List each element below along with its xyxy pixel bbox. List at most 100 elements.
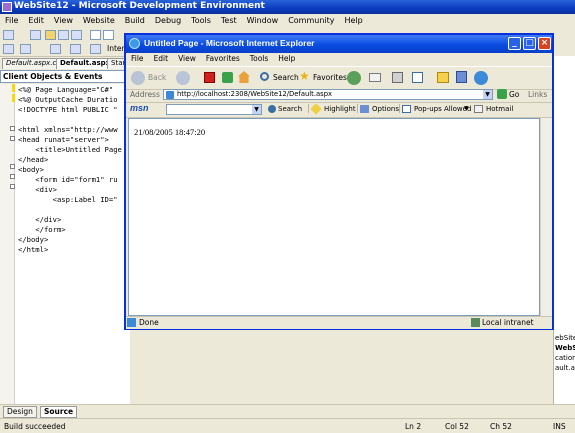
edit-icon[interactable] — [412, 72, 423, 83]
code-line[interactable]: </head> — [18, 155, 48, 164]
home-icon[interactable] — [238, 71, 250, 83]
save-all-icon[interactable] — [71, 30, 82, 40]
folder-icon[interactable] — [437, 72, 449, 83]
new-project-icon[interactable] — [3, 30, 14, 40]
copy-icon[interactable] — [103, 30, 114, 40]
ie-menu-help[interactable]: Help — [273, 53, 300, 63]
close-icon[interactable]: × — [538, 37, 551, 50]
save-icon[interactable] — [58, 30, 69, 40]
back-arrow-icon[interactable] — [131, 71, 145, 85]
code-line[interactable]: <asp:Label ID=" — [18, 195, 118, 204]
format-icon[interactable] — [3, 44, 14, 54]
find-icon[interactable] — [90, 44, 101, 54]
popups-button[interactable]: Pop-ups Allowed — [414, 105, 471, 113]
search-icon[interactable] — [260, 72, 269, 81]
solution-item[interactable]: cation_ — [555, 354, 575, 362]
code-line[interactable]: <div> — [18, 185, 57, 194]
links-button[interactable]: Links — [528, 90, 547, 99]
msn-dropdown-icon[interactable]: ▼ — [252, 105, 261, 114]
vs-menu-website[interactable]: Website — [78, 14, 120, 25]
vs-menu-debug[interactable]: Debug — [150, 14, 186, 25]
collapse-icon[interactable] — [10, 136, 15, 141]
open-icon[interactable] — [45, 30, 56, 40]
code-line[interactable]: <title>Untitled Page — [18, 145, 122, 154]
msn-search-input[interactable]: ▼ — [166, 104, 262, 115]
vs-menu-test[interactable]: Test — [216, 14, 242, 25]
code-line[interactable]: </body> — [18, 235, 48, 244]
hotmail-button[interactable]: Hotmail — [486, 105, 513, 113]
vs-menu-tools[interactable]: Tools — [186, 14, 216, 25]
ie-menu-favorites[interactable]: Favorites — [201, 53, 245, 63]
tab-default-aspx-cs[interactable]: Default.aspx.cs — [2, 58, 58, 69]
go-arrow-icon[interactable] — [497, 89, 507, 99]
solution-item[interactable]: ault.aspx — [555, 364, 575, 372]
indent-icon[interactable] — [20, 44, 31, 54]
bookmark-icon[interactable] — [70, 44, 81, 54]
source-tab[interactable]: Source — [40, 406, 78, 418]
vs-menu-window[interactable]: Window — [242, 14, 284, 25]
solution-item[interactable]: WebSite — [555, 344, 575, 352]
favorites-button[interactable]: Favorites — [313, 73, 347, 82]
code-line[interactable]: </form> — [18, 225, 65, 234]
hotmail-icon[interactable] — [474, 105, 483, 113]
vs-menu-community[interactable]: Community — [283, 14, 339, 25]
design-tab[interactable]: Design — [3, 406, 37, 418]
highlight-button[interactable]: Highlight — [324, 105, 356, 113]
collapse-icon[interactable] — [10, 126, 15, 131]
ie-menu-file[interactable]: File — [126, 53, 149, 63]
address-input[interactable]: http://localhost:2308/WebSite12/Default.… — [163, 89, 493, 100]
popups-dropdown-icon[interactable]: ▼ — [464, 105, 469, 112]
code-line[interactable]: <%@ Page Language="C#" — [18, 85, 113, 94]
code-line[interactable]: </div> — [18, 215, 61, 224]
document-tabs: Default.aspx.cs Default.aspx* Start — [0, 57, 133, 69]
client-objects-dropdown[interactable]: Client Objects & Events — [0, 70, 130, 83]
add-item-icon[interactable] — [30, 30, 41, 40]
mail-icon[interactable] — [369, 73, 381, 82]
tab-default-aspx[interactable]: Default.aspx* — [56, 58, 110, 69]
collapse-icon[interactable] — [10, 184, 15, 189]
vs-menu-file[interactable]: File — [0, 14, 23, 25]
options-button[interactable]: Options — [372, 105, 399, 113]
msn-search-button[interactable]: Search — [278, 105, 302, 113]
popups-icon[interactable] — [402, 105, 411, 113]
msn-search-icon[interactable] — [268, 105, 276, 113]
collapse-icon[interactable] — [10, 174, 15, 179]
code-line[interactable]: <body> — [18, 165, 44, 174]
ie-menu-tools[interactable]: Tools — [245, 53, 273, 63]
forward-arrow-icon[interactable] — [176, 71, 190, 85]
minimize-icon[interactable]: _ — [508, 37, 521, 50]
research-icon[interactable] — [456, 71, 467, 83]
print-icon[interactable] — [392, 72, 403, 83]
code-line[interactable]: <head runat="server"> — [18, 135, 109, 144]
ie-menu-edit[interactable]: Edit — [149, 53, 174, 63]
solution-item[interactable]: ebSite12 — [555, 334, 575, 342]
back-label[interactable]: Back — [148, 73, 166, 82]
favorites-star-icon[interactable]: ★ — [299, 69, 310, 83]
vs-menu-build[interactable]: Build — [120, 14, 150, 25]
search-button[interactable]: Search — [273, 73, 299, 82]
code-line[interactable]: <!DOCTYPE html PUBLIC " — [18, 105, 118, 114]
vs-menu-help[interactable]: Help — [340, 14, 368, 25]
refresh-icon[interactable] — [222, 72, 233, 83]
highlight-icon[interactable] — [310, 103, 322, 115]
messenger-icon[interactable] — [474, 71, 488, 85]
code-line[interactable]: </html> — [18, 245, 48, 254]
code-line[interactable]: <form id="form1" ru — [18, 175, 117, 184]
go-button[interactable]: Go — [509, 90, 519, 99]
stop-icon[interactable] — [204, 72, 215, 83]
cut-icon[interactable] — [90, 30, 101, 40]
msn-logo[interactable]: msn — [130, 103, 149, 113]
address-dropdown-icon[interactable]: ▼ — [483, 90, 492, 99]
separator — [399, 104, 400, 113]
ie-menu-view[interactable]: View — [173, 53, 201, 63]
vertical-scrollbar[interactable] — [540, 118, 552, 316]
code-line[interactable]: <%@ OutputCache Duratio — [18, 95, 118, 104]
vs-menu-edit[interactable]: Edit — [23, 14, 49, 25]
history-icon[interactable] — [347, 71, 361, 85]
options-icon[interactable] — [360, 105, 369, 113]
maximize-icon[interactable]: □ — [523, 37, 536, 50]
comment-icon[interactable] — [50, 44, 61, 54]
vs-menu-view[interactable]: View — [49, 14, 78, 25]
collapse-icon[interactable] — [10, 164, 15, 169]
code-line[interactable]: <html xmlns="http://www — [18, 125, 118, 134]
